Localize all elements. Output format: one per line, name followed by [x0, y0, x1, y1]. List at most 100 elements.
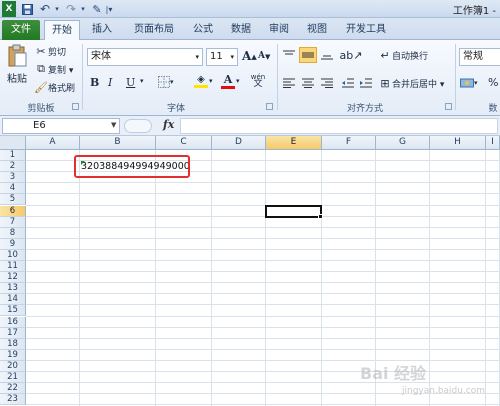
worksheet-grid[interactable]: ABCDEFGHI 1 2 3 4 5 6 7 8 9 10 11 12 13 14 15 16 17 18 19 2…	[0, 136, 500, 406]
column-header-d[interactable]: D	[212, 136, 266, 150]
row-header-8[interactable]: 8	[0, 227, 26, 239]
alignment-launcher-icon[interactable]	[445, 103, 452, 110]
column-header-g[interactable]: G	[376, 136, 430, 150]
bold-button[interactable]: B	[90, 76, 104, 89]
tab-insert[interactable]: 插入	[84, 20, 120, 40]
underline-button[interactable]: U	[126, 76, 140, 89]
chevron-down-icon[interactable]: ▼	[111, 121, 116, 129]
number-format-select[interactable]: 常规	[459, 48, 500, 66]
align-top-button[interactable]	[281, 48, 297, 62]
column-header-f[interactable]: F	[322, 136, 376, 150]
row-header-1[interactable]: 1	[0, 150, 26, 162]
name-box-resizer[interactable]	[124, 119, 152, 133]
font-color-button[interactable]: A	[220, 74, 236, 90]
increase-indent-button[interactable]	[358, 76, 374, 90]
align-top-icon	[283, 50, 295, 55]
tab-developer[interactable]: 开发工具	[338, 20, 394, 40]
align-right-button[interactable]	[319, 76, 335, 90]
row-header-16[interactable]: 16	[0, 316, 26, 328]
phonetic-button[interactable]: wén 文	[248, 74, 268, 90]
align-middle-button[interactable]	[299, 47, 317, 63]
font-name-select[interactable]: 宋体 ▾	[87, 48, 203, 66]
name-box[interactable]: E6	[2, 118, 120, 134]
gridline	[26, 382, 500, 384]
row-header-15[interactable]: 15	[0, 305, 26, 317]
format-painter-button[interactable]: 🖌 格式刷	[34, 80, 75, 94]
row-header-9[interactable]: 9	[0, 238, 26, 250]
column-header-h[interactable]: H	[430, 136, 486, 150]
grow-font-button[interactable]: A ▲	[242, 49, 257, 63]
fill-color-button[interactable]: ◈	[192, 74, 210, 90]
merge-cells-icon: ⊞	[380, 76, 390, 90]
row-header-7[interactable]: 7	[0, 216, 26, 228]
row-header-19[interactable]: 19	[0, 349, 26, 361]
font-color-dropdown-icon[interactable]: ▾	[236, 77, 240, 85]
row-header-23[interactable]: 23	[0, 394, 26, 406]
column-header-c[interactable]: C	[156, 136, 212, 150]
orientation-icon: ab↗	[339, 48, 363, 62]
tab-home[interactable]: 开始	[44, 20, 80, 41]
undo-dropdown-icon[interactable]: ▾	[53, 1, 61, 17]
wrap-text-label: 自动换行	[392, 51, 429, 62]
custom-tool-icon[interactable]: ✎	[90, 1, 104, 17]
active-cell-cursor[interactable]	[265, 204, 322, 218]
row-header-2[interactable]: 2	[0, 161, 26, 173]
row-header-6[interactable]: 6	[0, 205, 26, 217]
tab-file[interactable]: 文件	[2, 20, 40, 40]
shrink-font-button[interactable]: A ▼	[258, 51, 270, 61]
row-header-11[interactable]: 11	[0, 261, 26, 273]
formula-input[interactable]	[180, 118, 498, 134]
orientation-button[interactable]: ab↗	[339, 48, 363, 62]
clipboard-launcher-icon[interactable]	[72, 103, 79, 110]
redo-icon[interactable]: ↷	[63, 1, 79, 17]
tab-data[interactable]: 数据	[224, 20, 258, 40]
font-name-value: 宋体	[91, 51, 111, 62]
copy-button[interactable]: ⧉ 复制 ▾	[34, 62, 73, 76]
tab-view[interactable]: 视图	[300, 20, 334, 40]
italic-button[interactable]: I	[108, 76, 122, 89]
font-size-select[interactable]: 11 ▾	[206, 48, 238, 66]
chevron-down-icon: ▾	[230, 53, 234, 61]
row-header-22[interactable]: 22	[0, 383, 26, 395]
borders-button[interactable]: ▾	[158, 75, 174, 89]
row-header-5[interactable]: 5	[0, 194, 26, 206]
font-launcher-icon[interactable]	[266, 103, 273, 110]
fill-dropdown-icon[interactable]: ▾	[209, 77, 213, 85]
redo-dropdown-icon[interactable]: ▾	[79, 1, 87, 17]
underline-dropdown-icon[interactable]: ▾	[140, 77, 144, 85]
select-all-corner[interactable]	[0, 136, 26, 150]
row-header-10[interactable]: 10	[0, 249, 26, 261]
align-center-button[interactable]	[300, 76, 316, 90]
accounting-format-button[interactable]: ▾	[460, 75, 478, 91]
row-header-18[interactable]: 18	[0, 338, 26, 350]
row-header-21[interactable]: 21	[0, 372, 26, 384]
merge-center-button[interactable]: ⊞ 合并后居中 ▾	[378, 76, 444, 90]
tab-review[interactable]: 审阅	[262, 20, 296, 40]
column-header-a[interactable]: A	[26, 136, 80, 150]
row-header-13[interactable]: 13	[0, 283, 26, 295]
row-header-3[interactable]: 3	[0, 172, 26, 184]
align-left-button[interactable]	[281, 76, 297, 90]
paste-button[interactable]: 粘贴	[4, 44, 30, 96]
cut-button[interactable]: ✂ 剪切	[34, 44, 66, 58]
undo-icon[interactable]: ↶	[37, 1, 53, 17]
column-header-e[interactable]: E	[266, 136, 322, 150]
save-icon[interactable]	[20, 1, 34, 17]
row-header-12[interactable]: 12	[0, 272, 26, 284]
align-bottom-button[interactable]	[319, 48, 335, 62]
column-header-i[interactable]: I	[486, 136, 500, 150]
percent-button[interactable]: %	[488, 76, 498, 89]
function-icon[interactable]: fx	[163, 118, 174, 131]
row-header-4[interactable]: 4	[0, 183, 26, 195]
wrap-text-button[interactable]: ↵ 自动换行	[378, 48, 428, 62]
tab-page-layout[interactable]: 页面布局	[126, 20, 182, 40]
row-header-17[interactable]: 17	[0, 327, 26, 339]
fill-handle[interactable]	[318, 213, 323, 219]
row-header-14[interactable]: 14	[0, 294, 26, 306]
decrease-indent-icon	[342, 78, 354, 88]
tab-formulas[interactable]: 公式	[186, 20, 220, 40]
column-header-b[interactable]: B	[80, 136, 156, 150]
customize-quick-access-icon[interactable]: |▾	[104, 1, 114, 17]
decrease-indent-button[interactable]	[340, 76, 356, 90]
row-header-20[interactable]: 20	[0, 360, 26, 372]
